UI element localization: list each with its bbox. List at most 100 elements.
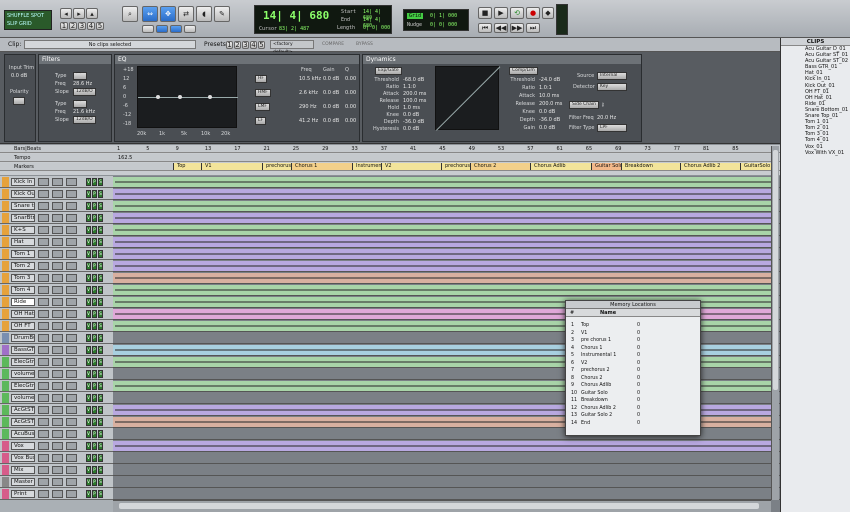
marker-3[interactable]: prechorus 1 <box>262 163 296 170</box>
eq-hf-q[interactable]: 0.00 <box>345 76 356 82</box>
memory-locations-window[interactable]: Memory Locations # Name 1 Top 0 2 V1 0 3 pre ch… <box>565 300 701 436</box>
track-play-button[interactable]: P <box>92 334 97 342</box>
track-name[interactable]: Master 1 <box>11 478 35 486</box>
horizontal-scrollbar[interactable] <box>113 500 771 512</box>
track-solo-button[interactable]: S <box>98 178 103 186</box>
snap-button[interactable] <box>142 25 154 33</box>
track-voice-button[interactable]: V <box>86 334 91 342</box>
preset-3-button[interactable]: 3 <box>242 41 249 49</box>
track-insert-button[interactable] <box>66 274 77 282</box>
tempo-value[interactable]: 162.5 <box>118 155 132 161</box>
track-output-button[interactable] <box>52 178 63 186</box>
track-solo-button[interactable]: S <box>98 226 103 234</box>
track-insert-button[interactable] <box>66 430 77 438</box>
track-solo-button[interactable]: S <box>98 334 103 342</box>
eq-lmf-freq[interactable]: 290 Hz <box>299 104 317 110</box>
track-voice-button[interactable]: V <box>86 226 91 234</box>
track-voice-button[interactable]: V <box>86 478 91 486</box>
marker-12[interactable]: Chorus Adlib 2 <box>680 163 740 170</box>
track-name[interactable]: Ride <box>11 298 35 306</box>
comp-param-value[interactable]: 0.0 dB <box>539 125 555 131</box>
marker-6[interactable]: V2 <box>381 163 441 170</box>
eq-band-lmf[interactable]: LMF <box>255 103 270 111</box>
track-solo-button[interactable]: S <box>98 442 103 450</box>
track-voice-button[interactable]: V <box>86 286 91 294</box>
memory-location-row[interactable]: 4 Chorus 1 0 <box>569 346 694 352</box>
track-header[interactable]: Tom 4 VPS <box>0 284 113 296</box>
marker-9[interactable]: Chorus Adlib <box>530 163 591 170</box>
track-insert-button[interactable] <box>66 226 77 234</box>
vertical-scroll-thumb[interactable] <box>773 150 778 390</box>
track-solo-button[interactable]: S <box>98 346 103 354</box>
memory-location-row[interactable]: 3 pre chorus 1 0 <box>569 338 694 344</box>
tempo-ruler[interactable]: Tempo 162.5 <box>0 154 780 162</box>
eq-node-1[interactable] <box>156 95 160 99</box>
comp-param-value[interactable]: 10.0 ms <box>539 93 559 99</box>
track-name[interactable]: DrumBus <box>11 334 35 342</box>
track-header[interactable]: Ride V P S <box>0 296 113 308</box>
eq-hmf-freq[interactable]: 2.6 kHz <box>299 90 318 96</box>
track-voice-button[interactable]: V <box>86 322 91 330</box>
preset-4-button[interactable]: 4 <box>250 41 257 49</box>
eq-hf-freq[interactable]: 10.5 kHz <box>299 76 321 82</box>
track-header[interactable]: Vox V P S <box>0 440 113 452</box>
track-insert-button[interactable] <box>66 454 77 462</box>
track-name[interactable]: OH FT <box>11 322 35 330</box>
bars-beats-ruler[interactable]: Bars|Beats 1 5 9 13 17 21 25 29 33 37 41 45 49 53 57 61… <box>0 145 780 153</box>
track-voice-button[interactable]: V <box>86 178 91 186</box>
memory-location-row[interactable]: 9 Chorus Adlib 0 <box>569 383 694 389</box>
track-input-button[interactable] <box>38 358 49 366</box>
track-voice-button[interactable]: V <box>86 298 91 306</box>
track-voice-button[interactable]: V <box>86 202 91 210</box>
audio-clip[interactable] <box>113 273 775 283</box>
track-play-button[interactable]: P <box>92 442 97 450</box>
track-header[interactable]: BassGTR VPS <box>0 344 113 356</box>
track-solo-button[interactable]: S <box>98 274 103 282</box>
track-solo-button[interactable]: S <box>98 202 103 210</box>
marker-5[interactable]: Instrumental 1 <box>352 163 393 170</box>
track-output-button[interactable] <box>52 250 63 258</box>
sidechain-button[interactable]: Side Chain <box>569 101 600 109</box>
track-header[interactable]: AcGtSTR VPS <box>0 416 113 428</box>
zoom-in-button[interactable]: ▸ <box>73 8 85 19</box>
track-play-button[interactable]: P <box>92 418 97 426</box>
marker-8[interactable]: Chorus 2 <box>470 163 530 170</box>
track-voice-button[interactable]: V <box>86 382 91 390</box>
zoom-preset-1[interactable]: 1 <box>60 22 68 30</box>
track-insert-button[interactable] <box>66 370 77 378</box>
track-input-button[interactable] <box>38 262 49 270</box>
track-name[interactable]: Vox <box>11 442 35 450</box>
track-input-button[interactable] <box>38 202 49 210</box>
eq-band-lf[interactable]: LF <box>255 117 267 125</box>
audio-clip[interactable] <box>113 285 775 295</box>
track-output-button[interactable] <box>52 358 63 366</box>
track-input-button[interactable] <box>38 418 49 426</box>
gate-param-value[interactable]: 0.0 dB <box>403 126 419 132</box>
audio-clip[interactable] <box>113 177 775 187</box>
input-trim-value[interactable]: 0.0 dB <box>11 73 27 79</box>
metronome-button[interactable]: ◆ <box>542 7 554 19</box>
zoom-preset-5[interactable]: 5 <box>96 22 104 30</box>
track-output-button[interactable] <box>52 190 63 198</box>
track-voice-button[interactable]: V <box>86 430 91 438</box>
grabber-tool-icon[interactable]: ✥ <box>160 6 176 22</box>
zoom-out-button[interactable]: ◂ <box>60 8 72 19</box>
track-header[interactable]: AcuBuss V P S <box>0 428 113 440</box>
mode-shuffle-spot[interactable]: SHUFFLE SPOT <box>5 11 51 21</box>
track-solo-button[interactable]: S <box>98 250 103 258</box>
eq-hf-gain[interactable]: 0.0 dB <box>323 76 339 82</box>
track-input-button[interactable] <box>38 334 49 342</box>
track-output-button[interactable] <box>52 382 63 390</box>
zoom-preset-4[interactable]: 4 <box>87 22 95 30</box>
record-button[interactable]: ● <box>526 7 540 19</box>
horizontal-scroll-thumb[interactable] <box>119 503 759 509</box>
track-output-button[interactable] <box>52 370 63 378</box>
track-header[interactable]: Tom 2 VPS <box>0 260 113 272</box>
track-voice-button[interactable]: V <box>86 418 91 426</box>
track-output-button[interactable] <box>52 466 63 474</box>
track-name[interactable]: SnarBtm <box>11 214 35 222</box>
zoom-preset-3[interactable]: 3 <box>78 22 86 30</box>
track-insert-button[interactable] <box>66 190 77 198</box>
eq-lf-gain[interactable]: 0.0 dB <box>323 118 339 124</box>
mirror-midi-button[interactable] <box>184 25 196 33</box>
